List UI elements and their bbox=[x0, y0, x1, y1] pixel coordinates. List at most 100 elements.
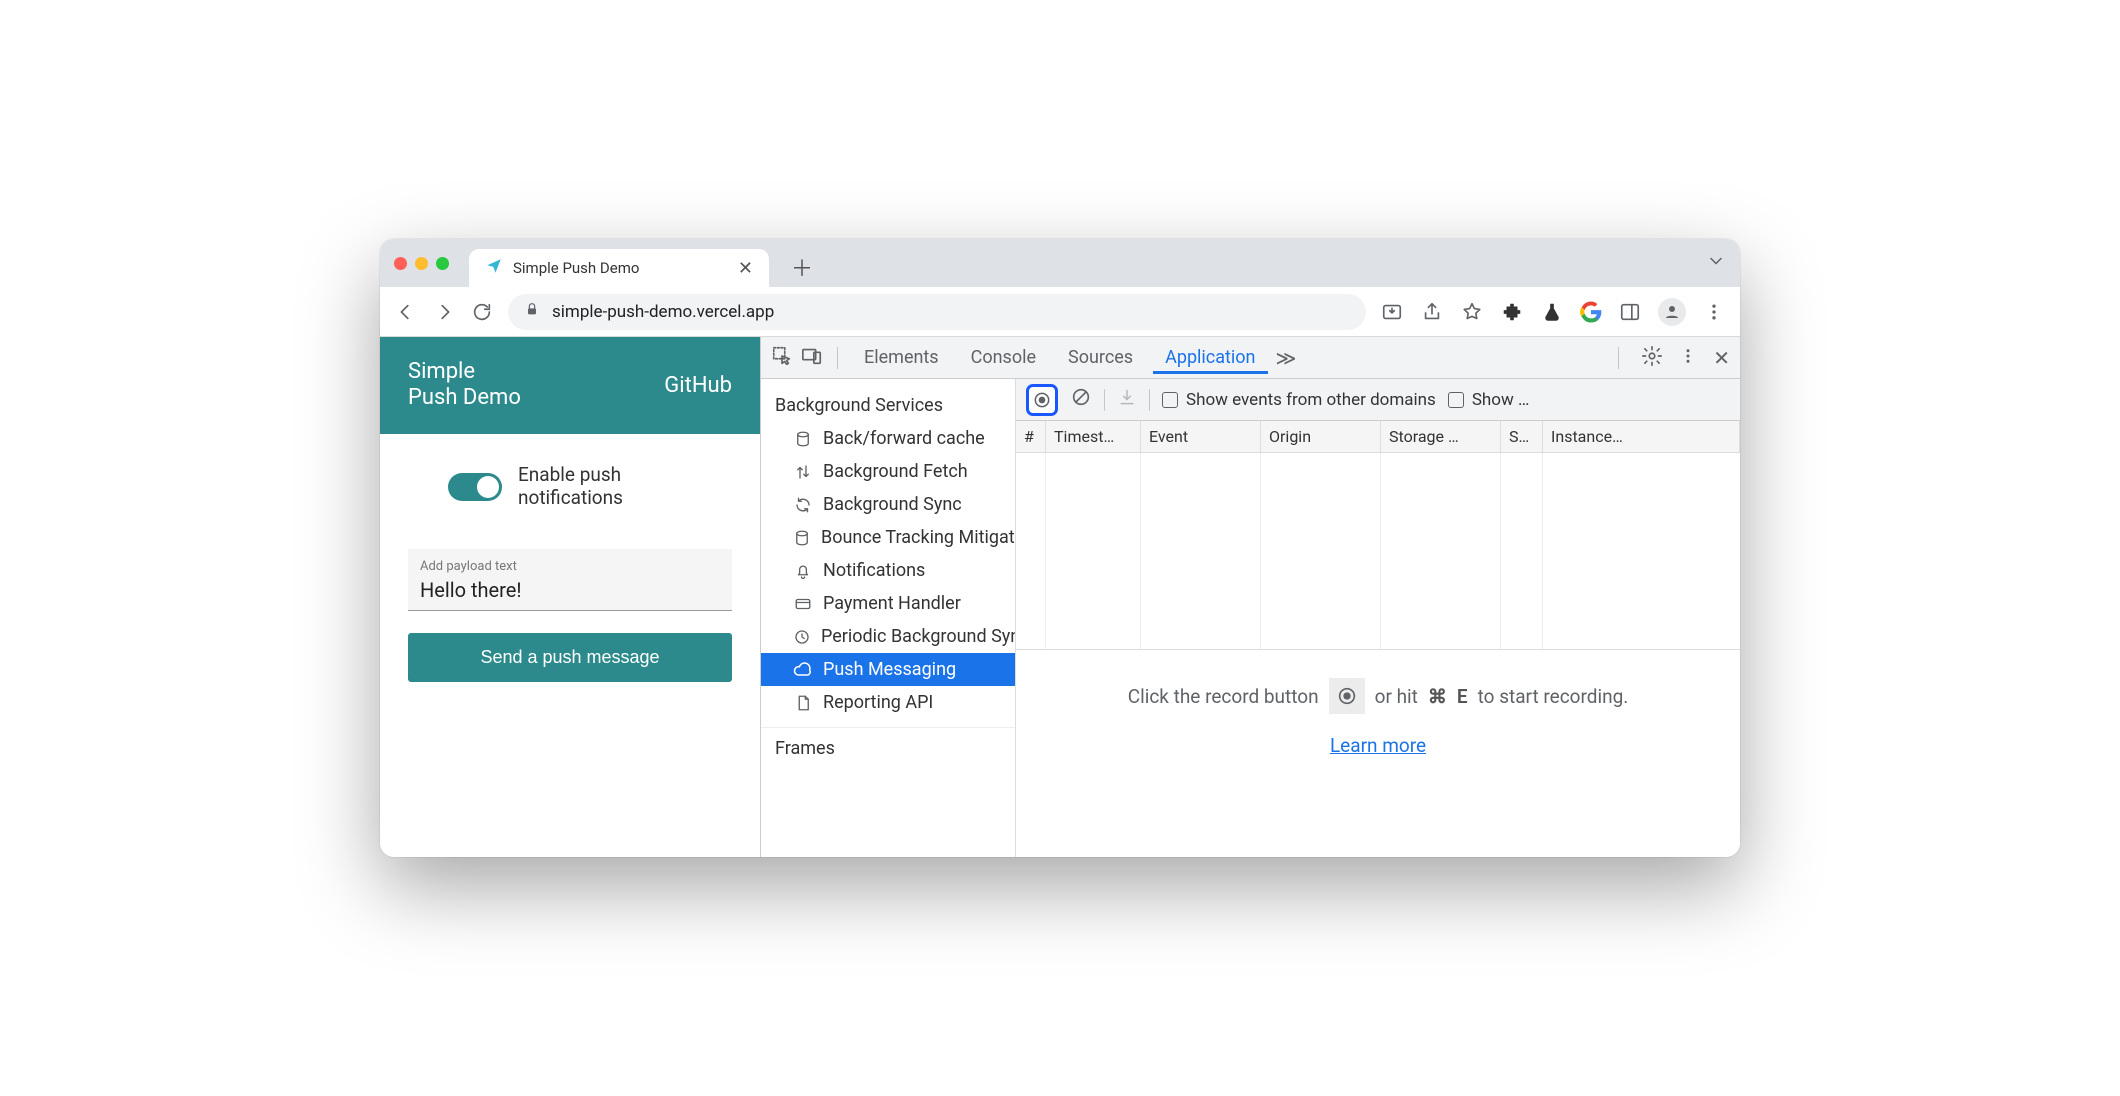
clear-button[interactable] bbox=[1070, 386, 1092, 413]
page-title: Simple Push Demo bbox=[408, 359, 521, 412]
page-body: Enable push notifications Add payload te… bbox=[380, 434, 760, 857]
profile-avatar[interactable] bbox=[1658, 298, 1686, 326]
payload-value: Hello there! bbox=[420, 578, 720, 602]
events-table-body bbox=[1016, 453, 1740, 649]
show-other-domains-checkbox[interactable]: Show events from other domains bbox=[1162, 390, 1436, 410]
enable-push-toggle-row: Enable push notifications bbox=[408, 464, 732, 510]
url-text: simple-push-demo.vercel.app bbox=[552, 302, 774, 322]
bookmark-star-icon[interactable] bbox=[1460, 300, 1484, 324]
window-maximize-icon[interactable] bbox=[436, 257, 449, 270]
col-instance[interactable]: Instance… bbox=[1543, 421, 1740, 452]
events-table-header: # Timest… Event Origin Storage … S… Inst… bbox=[1016, 421, 1740, 453]
back-button[interactable] bbox=[394, 300, 418, 324]
clock-icon bbox=[793, 628, 811, 646]
panel-toolbar: Show events from other domains Show … bbox=[1016, 379, 1740, 421]
tab-elements[interactable]: Elements bbox=[852, 341, 951, 374]
record-button[interactable] bbox=[1026, 384, 1058, 416]
extensions-icon[interactable] bbox=[1500, 300, 1524, 324]
hint-shortcut-key: E bbox=[1457, 685, 1468, 708]
learn-more-link[interactable]: Learn more bbox=[1330, 734, 1426, 757]
sidebar-item-periodic-bg-sync[interactable]: Periodic Background Sync bbox=[761, 620, 1015, 653]
database-icon bbox=[793, 430, 813, 448]
tab-console[interactable]: Console bbox=[959, 341, 1048, 374]
google-account-icon[interactable] bbox=[1580, 301, 1602, 323]
tab-application[interactable]: Application bbox=[1153, 341, 1267, 374]
devtools: Elements Console Sources Application ≫ ✕ bbox=[760, 337, 1740, 857]
content-area: Simple Push Demo GitHub Enable push noti… bbox=[380, 337, 1740, 857]
payload-field[interactable]: Add payload text Hello there! bbox=[408, 549, 732, 611]
share-icon[interactable] bbox=[1420, 300, 1444, 324]
credit-card-icon bbox=[793, 595, 813, 613]
hint-post: to start recording. bbox=[1478, 685, 1629, 708]
devtools-panel: Show events from other domains Show … # … bbox=[1016, 379, 1740, 857]
window-minimize-icon[interactable] bbox=[415, 257, 428, 270]
lock-icon bbox=[524, 301, 540, 322]
browser-toolbar: simple-push-demo.vercel.app bbox=[380, 287, 1740, 337]
labs-icon[interactable] bbox=[1540, 300, 1564, 324]
sync-icon bbox=[793, 496, 813, 514]
sidebar-section-background-services: Background Services bbox=[761, 385, 1015, 422]
browser-window: Simple Push Demo ✕ ＋ simple-push-demo.ve… bbox=[380, 239, 1740, 857]
col-index[interactable]: # bbox=[1016, 421, 1046, 452]
page-header: Simple Push Demo GitHub bbox=[380, 337, 760, 434]
devtools-kebab-icon[interactable] bbox=[1679, 347, 1697, 369]
send-push-button[interactable]: Send a push message bbox=[408, 633, 732, 682]
sidebar-item-bounce-tracking[interactable]: Bounce Tracking Mitigations bbox=[761, 521, 1015, 554]
address-bar[interactable]: simple-push-demo.vercel.app bbox=[508, 294, 1366, 330]
sidebar-item-push-messaging[interactable]: Push Messaging bbox=[761, 653, 1015, 686]
database-icon bbox=[793, 529, 811, 547]
sidebar-item-background-fetch[interactable]: Background Fetch bbox=[761, 455, 1015, 488]
cloud-icon bbox=[793, 660, 813, 680]
download-button[interactable] bbox=[1117, 387, 1137, 412]
bell-icon bbox=[793, 562, 813, 580]
page-title-line1: Simple bbox=[408, 359, 521, 385]
inspect-element-icon[interactable] bbox=[771, 345, 793, 371]
menu-kebab-icon[interactable] bbox=[1702, 300, 1726, 324]
tab-close-icon[interactable]: ✕ bbox=[738, 258, 753, 279]
paper-plane-icon bbox=[485, 257, 503, 279]
device-toolbar-icon[interactable] bbox=[801, 345, 823, 371]
new-tab-button[interactable]: ＋ bbox=[791, 251, 813, 283]
payload-label: Add payload text bbox=[420, 559, 720, 574]
hint-pre: Click the record button bbox=[1128, 685, 1319, 708]
toolbar-right bbox=[1380, 298, 1726, 326]
sidebar-item-payment-handler[interactable]: Payment Handler bbox=[761, 587, 1015, 620]
reload-button[interactable] bbox=[470, 300, 494, 324]
recording-hint: Click the record button or hit ⌘ E to st… bbox=[1016, 649, 1740, 857]
tabs-overflow-icon[interactable]: ≫ bbox=[1276, 346, 1297, 370]
install-app-icon[interactable] bbox=[1380, 300, 1404, 324]
sidebar-item-background-sync[interactable]: Background Sync bbox=[761, 488, 1015, 521]
github-link[interactable]: GitHub bbox=[664, 373, 732, 398]
hint-shortcut-symbol: ⌘ bbox=[1428, 685, 1447, 708]
col-timestamp[interactable]: Timest… bbox=[1046, 421, 1141, 452]
window-controls bbox=[394, 257, 449, 270]
page-title-line2: Push Demo bbox=[408, 385, 521, 411]
sidebar-item-reporting-api[interactable]: Reporting API bbox=[761, 686, 1015, 719]
forward-button[interactable] bbox=[432, 300, 456, 324]
document-icon bbox=[793, 694, 813, 712]
enable-push-toggle[interactable] bbox=[448, 473, 502, 501]
devtools-tabstrip: Elements Console Sources Application ≫ ✕ bbox=[761, 337, 1740, 379]
devtools-close-icon[interactable]: ✕ bbox=[1713, 346, 1730, 370]
enable-push-label: Enable push notifications bbox=[518, 464, 623, 510]
sidebar-item-notifications[interactable]: Notifications bbox=[761, 554, 1015, 587]
hint-record-icon bbox=[1329, 678, 1365, 714]
tab-sources[interactable]: Sources bbox=[1056, 341, 1145, 374]
hint-mid: or hit bbox=[1375, 685, 1418, 708]
side-panel-icon[interactable] bbox=[1618, 300, 1642, 324]
tab-title: Simple Push Demo bbox=[513, 259, 639, 277]
sidebar-item-back-forward-cache[interactable]: Back/forward cache bbox=[761, 422, 1015, 455]
arrows-updown-icon bbox=[793, 463, 813, 481]
devtools-sidebar: Background Services Back/forward cache B… bbox=[761, 379, 1016, 857]
show-truncated-checkbox[interactable]: Show … bbox=[1448, 390, 1530, 410]
tab-overflow-icon[interactable] bbox=[1706, 251, 1726, 276]
window-close-icon[interactable] bbox=[394, 257, 407, 270]
devtools-settings-icon[interactable] bbox=[1641, 345, 1663, 371]
col-sw[interactable]: S… bbox=[1501, 421, 1543, 452]
browser-tab[interactable]: Simple Push Demo ✕ bbox=[469, 249, 769, 287]
window-titlebar: Simple Push Demo ✕ ＋ bbox=[380, 239, 1740, 287]
col-event[interactable]: Event bbox=[1141, 421, 1261, 452]
col-storage[interactable]: Storage … bbox=[1381, 421, 1501, 452]
col-origin[interactable]: Origin bbox=[1261, 421, 1381, 452]
sidebar-section-frames: Frames bbox=[761, 727, 1015, 765]
